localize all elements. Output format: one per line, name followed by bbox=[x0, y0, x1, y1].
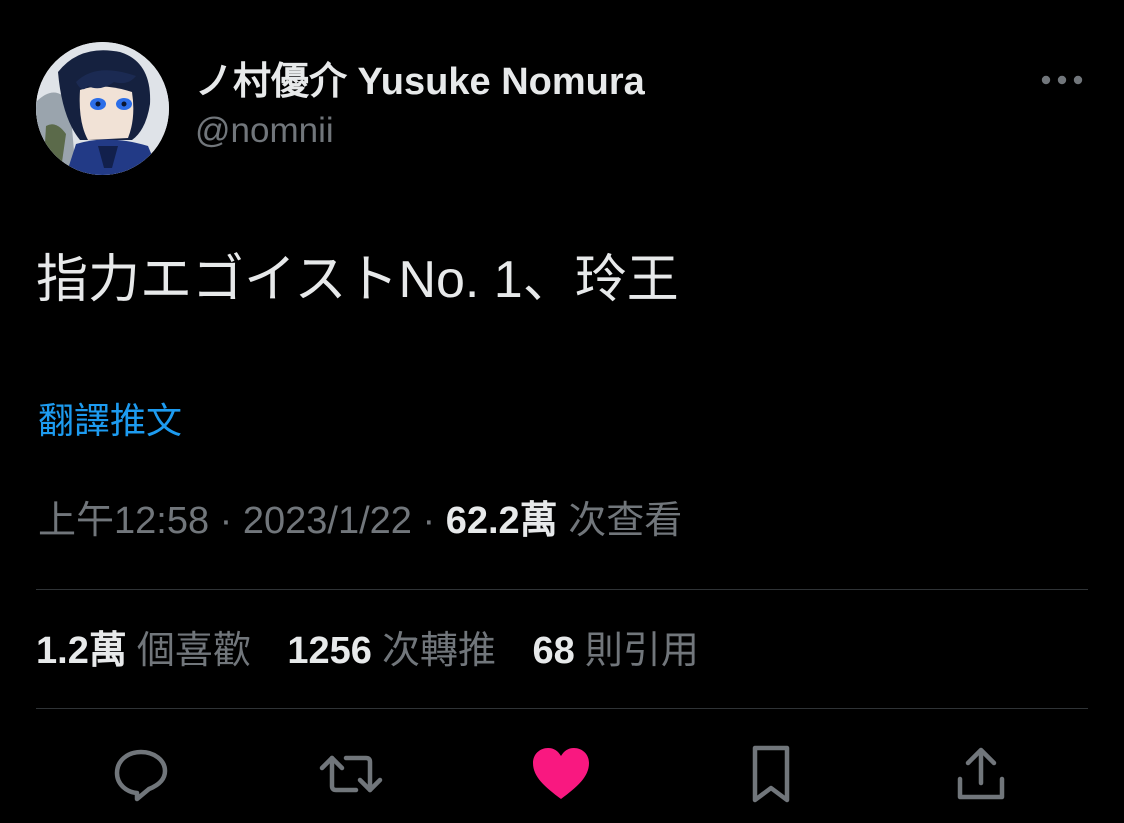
action-bar bbox=[0, 735, 1124, 813]
bookmark-icon bbox=[752, 745, 790, 803]
quotes-stat[interactable]: 68 則引用 bbox=[533, 630, 699, 672]
divider bbox=[36, 589, 1088, 590]
more-button[interactable] bbox=[1034, 62, 1090, 98]
retweets-stat[interactable]: 1256 次轉推 bbox=[287, 630, 496, 672]
translate-tweet-link[interactable]: 翻譯推文 bbox=[38, 398, 182, 444]
meta-separator: · bbox=[209, 500, 243, 542]
meta-separator: · bbox=[411, 500, 446, 542]
share-button[interactable] bbox=[948, 741, 1014, 807]
reply-button[interactable] bbox=[108, 741, 174, 807]
retweets-label: 次轉推 bbox=[381, 630, 496, 672]
heart-icon bbox=[533, 748, 589, 799]
tweet-date[interactable]: 2023/1/22 bbox=[243, 500, 412, 542]
author-handle[interactable]: @nomnii bbox=[195, 108, 645, 154]
tweet-metadata: 上午12:58 · 2023/1/22 · 62.2萬 次查看 bbox=[38, 496, 682, 546]
quotes-label: 則引用 bbox=[584, 630, 699, 672]
author-display-name[interactable]: ノ村優介 Yusuke Nomura bbox=[195, 58, 645, 106]
retweet-button[interactable] bbox=[318, 741, 384, 807]
views-label: 次查看 bbox=[568, 500, 683, 542]
likes-stat[interactable]: 1.2萬 個喜歡 bbox=[36, 630, 251, 672]
likes-label: 個喜歡 bbox=[136, 630, 251, 672]
like-button[interactable] bbox=[528, 741, 594, 807]
tweet-time[interactable]: 上午12:58 bbox=[38, 500, 209, 542]
share-icon bbox=[957, 747, 1005, 800]
divider bbox=[36, 708, 1088, 709]
tweet-stats: 1.2萬 個喜歡 1256 次轉推 68 則引用 bbox=[36, 626, 725, 676]
likes-count: 1.2萬 bbox=[36, 630, 127, 672]
tweet-text: 指力エゴイストNo. 1、玲王 bbox=[36, 251, 679, 309]
more-horizontal-icon bbox=[1041, 75, 1083, 85]
tweet-author[interactable]: ノ村優介 Yusuke Nomura @nomnii bbox=[195, 58, 645, 154]
retweets-count: 1256 bbox=[287, 630, 372, 672]
tweet-detail: ノ村優介 Yusuke Nomura @nomnii 指力エゴイストNo. 1、… bbox=[0, 0, 1124, 823]
bookmark-button[interactable] bbox=[738, 741, 804, 807]
quotes-count: 68 bbox=[532, 630, 575, 672]
reply-icon bbox=[114, 749, 168, 802]
retweet-icon bbox=[319, 755, 383, 793]
views-count: 62.2萬 bbox=[445, 500, 558, 542]
avatar[interactable] bbox=[36, 42, 169, 175]
user-avatar-icon bbox=[36, 42, 169, 175]
